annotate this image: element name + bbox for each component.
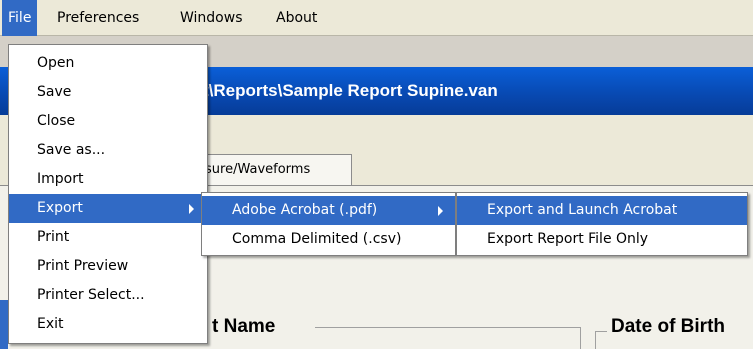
patient-name-label: t Name — [212, 316, 276, 337]
tab-pressure-waveforms[interactable]: sure/Waveforms — [192, 154, 352, 185]
menu-item-close[interactable]: Close — [9, 107, 207, 136]
submenu-arrow-icon — [438, 206, 443, 216]
menu-file[interactable]: File — [2, 0, 38, 36]
menu-item-exit[interactable]: Exit — [9, 310, 207, 339]
menu-item-comma-delimited[interactable]: Comma Delimited (.csv) — [202, 225, 455, 254]
window-title: ort\Reports\Sample Report Supine.van — [186, 81, 498, 100]
dob-groupbox-edge — [595, 331, 596, 349]
menu-item-save-as[interactable]: Save as... — [9, 136, 207, 165]
submenu-arrow-icon — [189, 204, 194, 214]
menu-item-printer-select[interactable]: Printer Select... — [9, 281, 207, 310]
menu-about[interactable]: About — [270, 0, 323, 36]
menu-item-export-label: Export — [37, 200, 83, 216]
menu-item-open[interactable]: Open — [9, 49, 207, 78]
date-of-birth-label: Date of Birth — [611, 316, 725, 337]
menu-item-save[interactable]: Save — [9, 78, 207, 107]
patient-name-groupbox-border — [315, 327, 580, 328]
acrobat-submenu: Export and Launch Acrobat Export Report … — [456, 192, 748, 256]
left-panel-edge — [0, 300, 8, 349]
menu-preferences[interactable]: Preferences — [51, 0, 145, 36]
menu-item-export[interactable]: Export — [9, 194, 207, 223]
menu-item-adobe-acrobat-label: Adobe Acrobat (.pdf) — [232, 202, 378, 218]
export-submenu: Adobe Acrobat (.pdf) Comma Delimited (.c… — [201, 192, 456, 256]
menu-windows[interactable]: Windows — [174, 0, 249, 36]
menu-item-import[interactable]: Import — [9, 165, 207, 194]
menubar: File Preferences Windows About — [0, 0, 753, 36]
file-menu: Open Save Close Save as... Import Export… — [8, 44, 208, 344]
menu-item-adobe-acrobat[interactable]: Adobe Acrobat (.pdf) — [202, 196, 455, 225]
patient-name-groupbox-edge — [580, 327, 581, 349]
menu-item-print-preview[interactable]: Print Preview — [9, 252, 207, 281]
menu-item-export-report-only[interactable]: Export Report File Only — [457, 225, 747, 254]
menu-item-print[interactable]: Print — [9, 223, 207, 252]
dob-groupbox-border — [595, 331, 607, 332]
menu-item-export-and-launch[interactable]: Export and Launch Acrobat — [457, 196, 747, 225]
